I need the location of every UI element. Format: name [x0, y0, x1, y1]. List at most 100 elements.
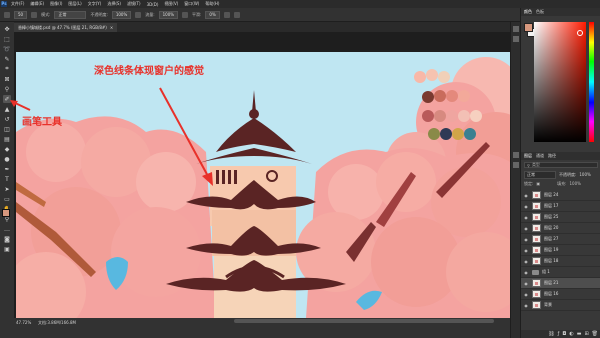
- visibility-eye-icon[interactable]: ◉: [523, 258, 529, 264]
- tab-color[interactable]: 颜色: [524, 9, 532, 15]
- libraries-panel-icon[interactable]: [513, 162, 519, 168]
- brush-size-picker[interactable]: 50: [14, 10, 28, 19]
- quick-mask-icon[interactable]: ◙: [3, 235, 11, 243]
- layer-row[interactable]: ◉ 背景: [521, 300, 600, 311]
- layer-row[interactable]: ◉ 图层 17: [521, 201, 600, 212]
- zoom-readout[interactable]: 47.72%: [16, 320, 31, 325]
- menu-help[interactable]: 帮助(H): [202, 1, 222, 7]
- move-tool-icon[interactable]: ✥: [3, 25, 11, 33]
- menu-filter[interactable]: 滤镜(T): [124, 1, 144, 7]
- layer-filter-field[interactable]: ⚲ 类型: [524, 162, 598, 168]
- menu-select[interactable]: 选择(S): [104, 1, 124, 7]
- menu-view[interactable]: 视图(V): [161, 1, 181, 7]
- tab-layers[interactable]: 图层: [524, 153, 532, 159]
- menu-edit[interactable]: 编辑(E): [27, 1, 47, 7]
- canvas-area: 深色线条体现窗户的感觉: [14, 32, 510, 318]
- layer-opacity-value[interactable]: 100%: [579, 172, 590, 177]
- layer-thumbnail: [532, 202, 541, 210]
- new-group-icon[interactable]: ▬: [577, 331, 582, 337]
- flow-field[interactable]: 100%: [158, 10, 179, 19]
- quick-select-tool-icon[interactable]: ✎: [3, 55, 11, 63]
- new-layer-icon[interactable]: ⊞: [584, 331, 588, 337]
- opacity-label: 不透明度:: [90, 11, 108, 17]
- trash-icon[interactable]: 🗑: [592, 331, 598, 337]
- menu-file[interactable]: 文件(F): [8, 1, 27, 7]
- crop-tool-icon[interactable]: ⌗: [3, 65, 11, 73]
- layer-style-icon[interactable]: ƒ: [558, 331, 560, 337]
- screen-mode-icon[interactable]: ▣: [3, 245, 11, 253]
- type-tool-icon[interactable]: T: [3, 175, 11, 183]
- symmetry-icon[interactable]: [233, 11, 240, 18]
- menu-image[interactable]: 图像(I): [47, 1, 65, 7]
- layer-row[interactable]: ◉ 图层 18: [521, 256, 600, 267]
- color-saturation-field[interactable]: [534, 22, 586, 142]
- tab-swatches[interactable]: 色板: [536, 9, 544, 15]
- layer-row[interactable]: ◉ 图层 19: [521, 245, 600, 256]
- pen-tool-icon[interactable]: ✒: [3, 165, 11, 173]
- hue-slider[interactable]: [589, 22, 594, 142]
- canvas-annotation-text: 深色线条体现窗户的感觉: [94, 66, 204, 77]
- add-mask-icon[interactable]: ◘: [562, 331, 566, 337]
- visibility-eye-icon[interactable]: ◉: [523, 236, 529, 242]
- dodge-tool-icon[interactable]: ●: [3, 155, 11, 163]
- layer-row[interactable]: ◉ 组 1: [521, 267, 600, 278]
- visibility-eye-icon[interactable]: ◉: [523, 214, 529, 220]
- eraser-tool-icon[interactable]: ◫: [3, 125, 11, 133]
- foreground-color-swatch[interactable]: [2, 209, 10, 217]
- foreground-color-chip[interactable]: [524, 23, 533, 32]
- document-tab[interactable]: 香樟小镇城楼.psd @ 47.7% (图层 21, RGB/8#) ×: [14, 23, 118, 32]
- lock-icon[interactable]: ▣: [536, 181, 540, 186]
- artwork-canvas[interactable]: [16, 52, 510, 318]
- pressure-opacity-icon[interactable]: [135, 11, 142, 18]
- eyedropper-tool-icon[interactable]: ⚲: [3, 85, 11, 93]
- tab-paths[interactable]: 路径: [548, 153, 556, 159]
- menu-layer[interactable]: 图层(L): [65, 1, 84, 7]
- smoothing-options-icon[interactable]: [223, 11, 230, 18]
- layer-row[interactable]: ◉ 图层 27: [521, 234, 600, 245]
- layer-row[interactable]: ◉ 图层 21: [521, 278, 600, 289]
- visibility-eye-icon[interactable]: ◉: [523, 247, 529, 253]
- menu-type[interactable]: 文字(Y): [85, 1, 105, 7]
- fill-value[interactable]: 100%: [570, 181, 581, 186]
- color-picker-cursor[interactable]: [577, 30, 583, 36]
- layer-row[interactable]: ◉ 图层 25: [521, 212, 600, 223]
- options-bar: 50 模式: 正常 不透明度: 100% 流量: 100% 平滑: 0%: [0, 8, 600, 22]
- smoothing-field[interactable]: 0%: [205, 10, 220, 19]
- opacity-field[interactable]: 100%: [111, 10, 132, 19]
- menu-window[interactable]: 窗口(W): [181, 1, 202, 7]
- lasso-tool-icon[interactable]: ➰: [3, 45, 11, 53]
- layer-row[interactable]: ◉ 图层 20: [521, 223, 600, 234]
- properties-panel-icon[interactable]: [513, 36, 519, 42]
- visibility-eye-icon[interactable]: ◉: [523, 192, 529, 198]
- layers-panel-tabs: 图层 通道 路径: [521, 152, 600, 160]
- close-icon[interactable]: ×: [110, 25, 113, 30]
- layer-row[interactable]: ◉ 图层 16: [521, 289, 600, 300]
- path-select-tool-icon[interactable]: ➤: [3, 185, 11, 193]
- layer-row[interactable]: ◉ 图层 24: [521, 190, 600, 201]
- shape-tool-icon[interactable]: ▭: [3, 195, 11, 203]
- visibility-eye-icon[interactable]: ◉: [523, 203, 529, 209]
- history-panel-icon[interactable]: [513, 26, 519, 32]
- menu-3d[interactable]: 3D(D): [144, 2, 162, 7]
- frame-tool-icon[interactable]: ⊠: [3, 75, 11, 83]
- horizontal-scrollbar[interactable]: [234, 319, 494, 323]
- mode-select[interactable]: 正常: [54, 10, 87, 19]
- visibility-eye-icon[interactable]: ◉: [523, 280, 529, 286]
- visibility-eye-icon[interactable]: ◉: [523, 225, 529, 231]
- adjustments-panel-icon[interactable]: [513, 152, 519, 158]
- blur-tool-icon[interactable]: ◆: [3, 145, 11, 153]
- airbrush-icon[interactable]: [182, 11, 189, 18]
- more-tools-icon[interactable]: …: [3, 225, 11, 233]
- folder-icon: [532, 269, 539, 275]
- brush-preset-icon[interactable]: [4, 11, 10, 18]
- gradient-tool-icon[interactable]: ▤: [3, 135, 11, 143]
- tab-channels[interactable]: 通道: [536, 153, 544, 159]
- brush-settings-icon[interactable]: [31, 11, 38, 18]
- marquee-tool-icon[interactable]: ⬚: [3, 35, 11, 43]
- visibility-eye-icon[interactable]: ◉: [523, 302, 529, 308]
- visibility-eye-icon[interactable]: ◉: [523, 269, 529, 275]
- visibility-eye-icon[interactable]: ◉: [523, 291, 529, 297]
- adjustment-layer-icon[interactable]: ◐: [569, 331, 573, 337]
- blend-mode-select[interactable]: 正常: [524, 170, 556, 179]
- link-layers-icon[interactable]: ⛓: [548, 331, 554, 337]
